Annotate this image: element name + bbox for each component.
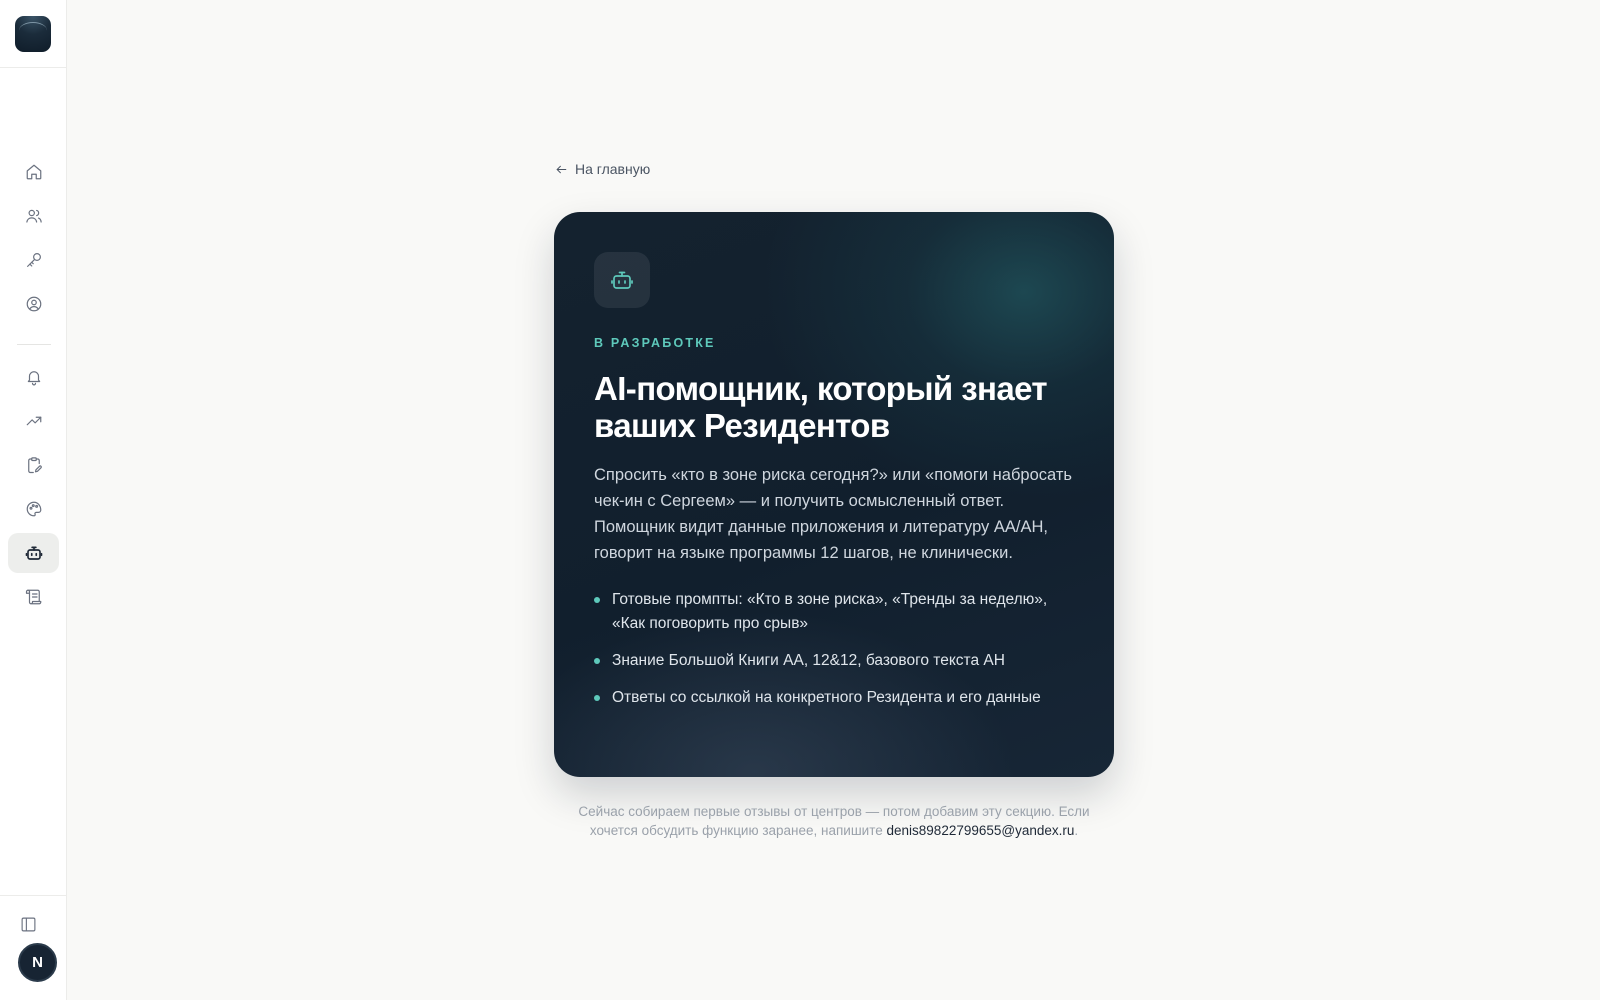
sidebar-item-profile[interactable]: [8, 284, 59, 324]
sidebar-item-residents[interactable]: [8, 196, 59, 236]
feature-list-item: Знание Большой Книги АА, 12&12, базового…: [594, 649, 1074, 673]
user-circle-icon: [26, 296, 41, 312]
users-icon: [25, 209, 42, 223]
app-logo[interactable]: [15, 15, 51, 52]
sidebar-item-keys[interactable]: [8, 240, 59, 280]
feature-list-item: Ответы со ссылкой на конкретного Резиден…: [594, 686, 1074, 710]
footnote: Сейчас собираем первые отзывы от центров…: [554, 802, 1114, 840]
palette-icon: [26, 501, 41, 517]
panel-left-icon: [21, 917, 35, 931]
bot-icon: [25, 546, 42, 560]
sidebar-divider: [17, 344, 51, 345]
sidebar-item-scroll[interactable]: [8, 577, 59, 617]
status-eyebrow: В РАЗРАБОТКЕ: [594, 336, 716, 350]
feature-list: Готовые промпты: «Кто в зоне риска», «Тр…: [594, 588, 1074, 710]
feature-card: В РАЗРАБОТКЕ AI-помощник, который знает …: [554, 212, 1114, 777]
key-icon: [26, 253, 41, 267]
sidebar: N: [0, 0, 67, 1000]
feature-list-item: Готовые промпты: «Кто в зоне риска», «Тр…: [594, 588, 1074, 636]
sidebar-item-notifications[interactable]: [8, 357, 59, 397]
trending-up-icon: [26, 416, 41, 426]
sidebar-item-palette[interactable]: [8, 489, 59, 529]
logo-area: [0, 0, 66, 68]
sidebar-item-ai-assistant[interactable]: [8, 533, 59, 573]
sidebar-item-trends[interactable]: [8, 401, 59, 441]
contact-email-link[interactable]: denis89822799655@yandex.ru: [887, 823, 1075, 838]
clipboard-edit-icon: [27, 457, 42, 474]
home-icon: [26, 164, 41, 180]
footnote-end: .: [1074, 823, 1079, 838]
panel-toggle-button[interactable]: [17, 913, 39, 935]
arrow-left-icon: [556, 165, 567, 173]
sidebar-footer: N: [0, 895, 67, 1000]
back-to-home-link[interactable]: На главную: [555, 161, 650, 177]
sidebar-item-home[interactable]: [8, 152, 59, 192]
card-icon-tile: [594, 252, 650, 308]
bot-icon: [611, 271, 633, 289]
back-link-label: На главную: [575, 161, 651, 177]
bell-icon: [27, 371, 40, 386]
scroll-icon: [25, 589, 41, 605]
card-title: AI-помощник, который знает ваших Резиден…: [594, 370, 1048, 444]
avatar[interactable]: N: [18, 943, 57, 982]
card-description: Спросить «кто в зоне риска сегодня?» или…: [594, 466, 1072, 562]
sidebar-item-forms[interactable]: [8, 445, 59, 485]
